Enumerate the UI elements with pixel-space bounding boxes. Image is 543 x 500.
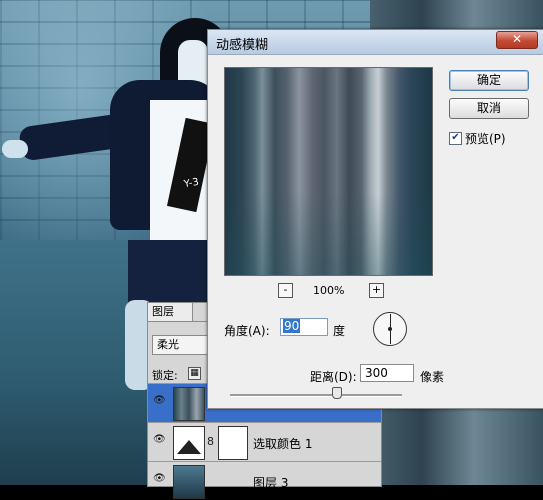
zoom-out-button[interactable]: -: [278, 283, 293, 298]
lock-transparency-icon[interactable]: ▦: [188, 367, 201, 380]
zoom-in-button[interactable]: +: [369, 283, 384, 298]
distance-input[interactable]: 300: [360, 364, 414, 382]
dialog-titlebar[interactable]: 动感模糊 ✕: [208, 30, 543, 55]
eye-icon[interactable]: 👁: [153, 474, 166, 484]
angle-input[interactable]: 90: [280, 318, 328, 336]
layer-row[interactable]: 👁 图层 3: [148, 461, 381, 500]
chain-link-icon[interactable]: 8: [207, 435, 214, 448]
eye-icon[interactable]: 👁: [153, 435, 166, 445]
angle-unit: 度: [333, 324, 346, 338]
preview-checkbox[interactable]: ✔ 预览(P): [449, 130, 506, 147]
layer-row[interactable]: 👁 8 选取颜色 1: [148, 422, 381, 461]
motion-blur-dialog: 动感模糊 ✕ - 100% + 确定 取消 ✔ 预览(P) 角度(A): 90 …: [207, 29, 543, 409]
distance-label: 距离(D):: [310, 370, 357, 384]
layer-thumbnail: [173, 465, 205, 499]
filter-preview[interactable]: [224, 67, 433, 276]
layer-name: 选取颜色 1: [253, 437, 313, 451]
adjustment-thumbnail: [173, 426, 205, 460]
distance-slider-thumb[interactable]: [332, 387, 342, 399]
tab-layers[interactable]: 图层: [148, 303, 193, 321]
zoom-level: 100%: [313, 284, 345, 297]
layer-mask-thumbnail[interactable]: [218, 426, 248, 460]
lock-label: 锁定:: [152, 369, 178, 382]
ok-button[interactable]: 确定: [449, 70, 529, 91]
layer-name: 图层 3: [253, 476, 289, 490]
distance-slider-track[interactable]: [230, 394, 402, 397]
blend-mode-select[interactable]: 柔光: [152, 335, 214, 355]
angle-label: 角度(A):: [224, 324, 270, 338]
angle-value: 90: [283, 319, 301, 333]
figure-hand: [2, 140, 28, 158]
eye-icon[interactable]: 👁: [153, 396, 166, 406]
close-button[interactable]: ✕: [496, 31, 538, 49]
checkbox-checked-icon[interactable]: ✔: [449, 132, 462, 145]
cancel-button[interactable]: 取消: [449, 98, 529, 119]
dial-center: [388, 327, 392, 331]
dialog-title: 动感模糊: [216, 38, 269, 53]
distance-unit: 像素: [420, 370, 445, 384]
layer-thumbnail: [173, 387, 205, 421]
angle-dial[interactable]: [373, 312, 407, 346]
preview-label: 预览(P): [465, 132, 506, 146]
